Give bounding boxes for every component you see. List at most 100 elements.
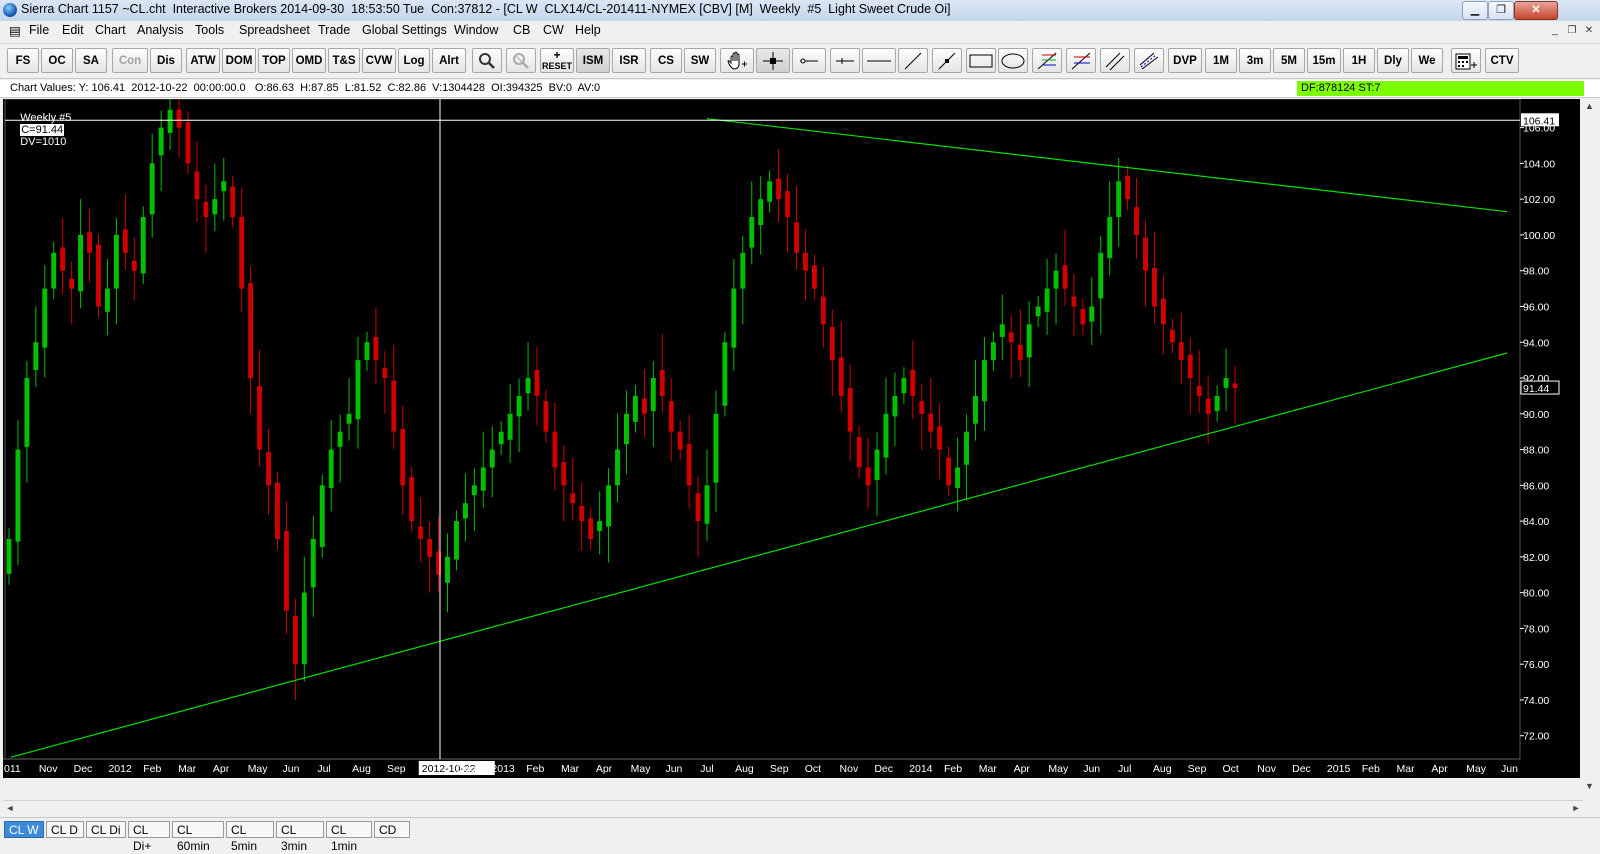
- omd-button[interactable]: OMD: [292, 48, 326, 73]
- cvw-button[interactable]: CVW: [362, 48, 396, 73]
- menu-trade[interactable]: Trade: [318, 23, 350, 37]
- tab-cl-w[interactable]: CL W: [4, 821, 44, 838]
- dvp-button[interactable]: DVP: [1168, 48, 1202, 73]
- resistance-trendline: [706, 118, 1508, 213]
- chart-area[interactable]: 106.00 104.00 102.00 100.00 98.00 96.00 94.00 9…: [3, 99, 1580, 778]
- menu-analysis[interactable]: Analysis: [137, 23, 184, 37]
- restore-button[interactable]: ❐: [1488, 1, 1514, 20]
- top-button[interactable]: TOP: [258, 48, 290, 73]
- tab-cl-di-plus[interactable]: CL Di+: [128, 821, 170, 853]
- menu-chart[interactable]: Chart: [95, 23, 126, 37]
- ray-tool-icon[interactable]: [792, 48, 826, 73]
- oc-button[interactable]: OC: [41, 48, 73, 73]
- mdi-minimize-button[interactable]: _: [1548, 24, 1562, 37]
- candle-body: [1080, 309, 1086, 325]
- tab-cl-1min[interactable]: CL 1min: [326, 821, 372, 853]
- candle-body: [1125, 175, 1131, 200]
- candle-body: [794, 222, 799, 253]
- fs-button[interactable]: FS: [7, 48, 39, 73]
- menu-tools[interactable]: Tools: [195, 23, 224, 37]
- horizontal-scrollbar[interactable]: ◄ ►: [3, 800, 1583, 815]
- candle-body: [1160, 298, 1166, 325]
- con-button[interactable]: Con: [112, 48, 148, 73]
- alrt-button[interactable]: Alrt: [432, 48, 466, 73]
- tab-cl-3min[interactable]: CL 3min: [276, 821, 324, 853]
- log-button[interactable]: Log: [398, 48, 430, 73]
- candle-body: [1169, 329, 1175, 343]
- reset-button[interactable]: + RESET: [540, 48, 574, 73]
- line-tool-icon[interactable]: [898, 48, 928, 73]
- interval-5m-button[interactable]: 5M: [1273, 48, 1305, 73]
- menu-spreadsheet[interactable]: Spreadsheet: [239, 23, 310, 37]
- candle-body: [570, 493, 576, 504]
- rectangle-tool-icon[interactable]: [966, 48, 996, 73]
- x-tick-label: Nov: [39, 763, 58, 775]
- interval-weekly-button[interactable]: We: [1411, 48, 1443, 73]
- interval-1h-button[interactable]: 1H: [1343, 48, 1375, 73]
- crosshair-icon[interactable]: [756, 48, 790, 73]
- dom-button[interactable]: DOM: [222, 48, 256, 73]
- scroll-down-icon[interactable]: ▼: [1585, 781, 1594, 791]
- tab-cl-5min[interactable]: CL 5min: [226, 821, 274, 853]
- horizontal-ray-icon[interactable]: [830, 48, 860, 73]
- menu-cw[interactable]: CW: [543, 23, 564, 37]
- candle-body: [87, 232, 93, 253]
- zoom-out-icon[interactable]: [506, 48, 536, 73]
- minimize-button[interactable]: ▁: [1462, 1, 1488, 20]
- parallel-lines-icon[interactable]: [1100, 48, 1130, 73]
- candle-body: [704, 485, 710, 524]
- tab-cl-d[interactable]: CL D: [46, 821, 84, 838]
- sa-button[interactable]: SA: [75, 48, 107, 73]
- interval-1m-button[interactable]: 1M: [1205, 48, 1237, 73]
- x-tick-label: Aug: [735, 763, 754, 775]
- mdi-close-button[interactable]: ✕: [1582, 24, 1596, 37]
- ctv-button[interactable]: CTV: [1485, 48, 1519, 73]
- fibonacci-extension-icon[interactable]: [1066, 48, 1096, 73]
- cs-button[interactable]: CS: [650, 48, 682, 73]
- candle-body: [194, 171, 200, 200]
- zoom-icon[interactable]: [472, 48, 502, 73]
- vertical-scrollbar[interactable]: ▲ ▼: [1583, 99, 1600, 797]
- scroll-left-icon[interactable]: ◄: [3, 801, 17, 815]
- ism-button[interactable]: ISM: [576, 48, 610, 73]
- menu-help[interactable]: Help: [575, 23, 601, 37]
- scroll-right-icon[interactable]: ►: [1569, 801, 1583, 815]
- interval-daily-button[interactable]: Dly: [1377, 48, 1409, 73]
- isr-button[interactable]: ISR: [612, 48, 646, 73]
- candle-body: [1178, 342, 1184, 361]
- candle-body: [937, 426, 943, 450]
- scroll-up-icon[interactable]: ▲: [1585, 101, 1594, 111]
- menu-file[interactable]: File: [29, 23, 49, 37]
- menu-edit[interactable]: Edit: [62, 23, 84, 37]
- ts-button[interactable]: T&S: [328, 48, 360, 73]
- regression-channel-icon[interactable]: [1134, 48, 1164, 73]
- menu-window[interactable]: Window: [454, 23, 498, 37]
- tab-cl-di[interactable]: CL Di: [86, 821, 126, 838]
- fibonacci-retracement-icon[interactable]: [1032, 48, 1062, 73]
- candle-body: [409, 477, 415, 522]
- menu-cb[interactable]: CB: [513, 23, 530, 37]
- add-calculator-icon[interactable]: [1451, 48, 1481, 73]
- sw-button[interactable]: SW: [684, 48, 716, 73]
- x-tick-label: Aug: [352, 763, 371, 775]
- ellipse-tool-icon[interactable]: [998, 48, 1028, 73]
- dis-button[interactable]: Dis: [150, 48, 182, 73]
- x-tick-label: Feb: [526, 763, 544, 775]
- close-button[interactable]: ✕: [1514, 1, 1558, 20]
- interval-3m-button[interactable]: 3m: [1239, 48, 1271, 73]
- candle-body: [221, 181, 227, 192]
- mdi-restore-button[interactable]: ❐: [1565, 24, 1579, 37]
- atw-button[interactable]: ATW: [186, 48, 220, 73]
- candle-body: [239, 217, 245, 289]
- candle-body: [659, 369, 665, 396]
- menu-global-settings[interactable]: Global Settings: [362, 23, 447, 37]
- interval-15m-button[interactable]: 15m: [1307, 48, 1341, 73]
- tab-cd[interactable]: CD: [374, 821, 410, 838]
- tab-cl-60min[interactable]: CL 60min: [172, 821, 224, 853]
- horizontal-line-icon[interactable]: [862, 48, 896, 73]
- candlestick-chart[interactable]: 106.00104.00102.00100.0098.0096.0094.009…: [3, 99, 1580, 778]
- extended-line-icon[interactable]: [932, 48, 962, 73]
- candle-body: [104, 288, 110, 312]
- hand-pan-icon[interactable]: [720, 48, 754, 73]
- candle-body: [677, 431, 683, 450]
